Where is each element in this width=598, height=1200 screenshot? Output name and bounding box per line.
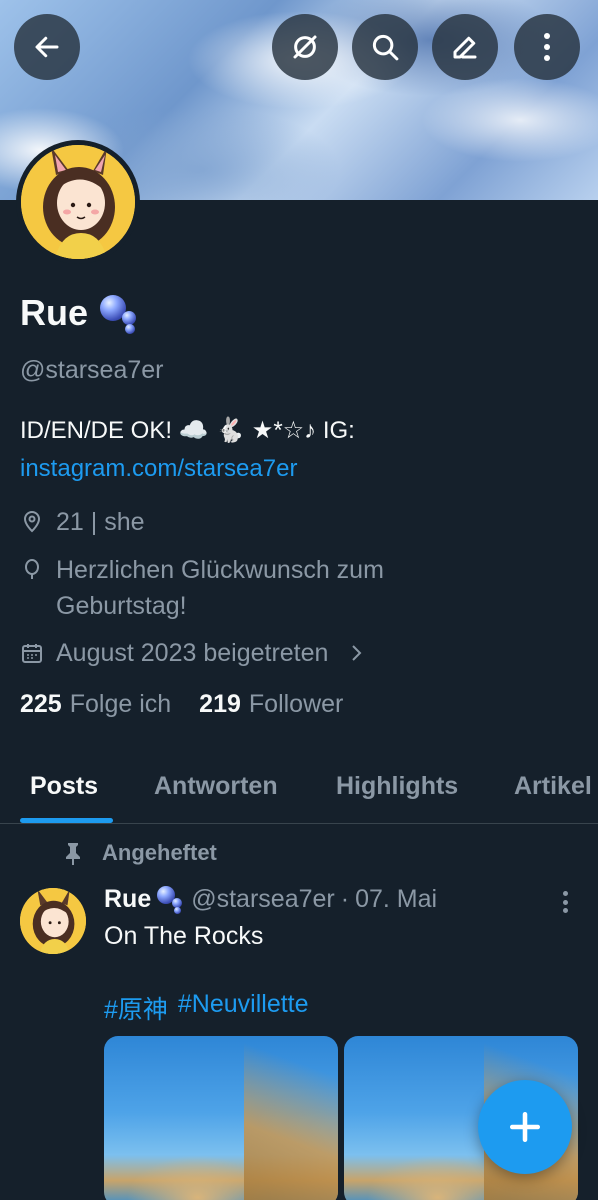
profile-name: Rue bbox=[20, 292, 140, 334]
edit-button[interactable] bbox=[432, 14, 498, 80]
post-avatar[interactable] bbox=[20, 888, 86, 954]
bio-text: ID/EN/DE OK! ☁️ 🐇 ★*☆♪ IG: bbox=[20, 417, 355, 444]
no-symbol-icon bbox=[293, 35, 317, 59]
post-image[interactable] bbox=[104, 1036, 338, 1200]
follow-stats: 225 Folge ich 219 Follower bbox=[20, 690, 343, 719]
kebab-icon bbox=[544, 33, 550, 61]
pinned-text: Angeheftet bbox=[102, 840, 217, 865]
avatar-illustration-small bbox=[20, 888, 86, 954]
grok-button[interactable] bbox=[272, 14, 338, 80]
post-header: Rue @starsea7er · 07. Mai bbox=[104, 884, 437, 914]
profile-name-text: Rue bbox=[20, 292, 89, 333]
profile-handle: @starsea7er bbox=[20, 356, 164, 384]
joined-text: August 2023 beigetreten bbox=[56, 639, 329, 667]
back-button[interactable] bbox=[14, 14, 80, 80]
post-date[interactable]: 07. Mai bbox=[355, 885, 437, 914]
pin-icon bbox=[66, 843, 80, 865]
tab-antworten[interactable]: Antworten bbox=[154, 772, 278, 801]
bubbles-emoji-icon bbox=[157, 884, 185, 914]
following-count: 225 bbox=[20, 690, 62, 718]
location-pin-icon bbox=[23, 511, 41, 533]
profile-avatar[interactable] bbox=[16, 140, 140, 264]
joined-row[interactable]: August 2023 beigetreten bbox=[20, 635, 368, 671]
tab-highlights[interactable]: Highlights bbox=[336, 772, 458, 801]
hashtag-link[interactable]: #原神 bbox=[104, 990, 168, 1026]
hashtag-link[interactable]: #Neuvillette bbox=[178, 990, 309, 1026]
bubbles-emoji-icon bbox=[100, 293, 140, 334]
post-separator: · bbox=[340, 884, 350, 913]
search-button[interactable] bbox=[352, 14, 418, 80]
plus-icon bbox=[509, 1111, 541, 1143]
compose-fab-button[interactable] bbox=[478, 1080, 572, 1174]
followers-link[interactable]: 219 Follower bbox=[199, 690, 343, 719]
post-author-handle[interactable]: @starsea7er bbox=[191, 885, 335, 914]
post-author-name[interactable]: Rue bbox=[104, 885, 151, 914]
active-tab-indicator bbox=[20, 818, 113, 823]
following-link[interactable]: 225 Folge ich bbox=[20, 690, 171, 719]
post-more-button[interactable] bbox=[552, 888, 578, 916]
balloon-icon bbox=[25, 559, 39, 579]
location-text: 21 | she bbox=[56, 508, 145, 536]
birthday-row: Herzlichen Glückwunsch zum Geburtstag! bbox=[20, 552, 460, 624]
avatar-illustration bbox=[21, 145, 135, 259]
birthday-text: Herzlichen Glückwunsch zum Geburtstag! bbox=[56, 556, 384, 620]
tab-artikel[interactable]: Artikel bbox=[514, 772, 592, 801]
pinned-label: Angeheftet bbox=[62, 840, 217, 866]
profile-tabs: Posts Antworten Highlights Artikel bbox=[0, 752, 598, 824]
profile-bio: ID/EN/DE OK! ☁️ 🐇 ★*☆♪ IG: instagram.com… bbox=[20, 412, 580, 488]
more-button[interactable] bbox=[514, 14, 580, 80]
search-icon bbox=[372, 34, 399, 61]
following-label: Folge ich bbox=[69, 690, 172, 718]
arrow-left-icon bbox=[35, 36, 59, 58]
followers-count: 219 bbox=[199, 690, 241, 718]
pencil-icon bbox=[453, 36, 477, 59]
followers-label: Follower bbox=[248, 690, 344, 718]
calendar-icon bbox=[22, 644, 42, 663]
post-text: On The Rocks bbox=[104, 922, 264, 950]
tab-posts[interactable]: Posts bbox=[30, 772, 98, 801]
chevron-right-icon bbox=[352, 645, 362, 661]
location-row: 21 | she bbox=[20, 504, 145, 540]
bio-link[interactable]: instagram.com/starsea7er bbox=[20, 450, 580, 488]
post-hashtags: #原神 #Neuvillette bbox=[104, 990, 309, 1026]
